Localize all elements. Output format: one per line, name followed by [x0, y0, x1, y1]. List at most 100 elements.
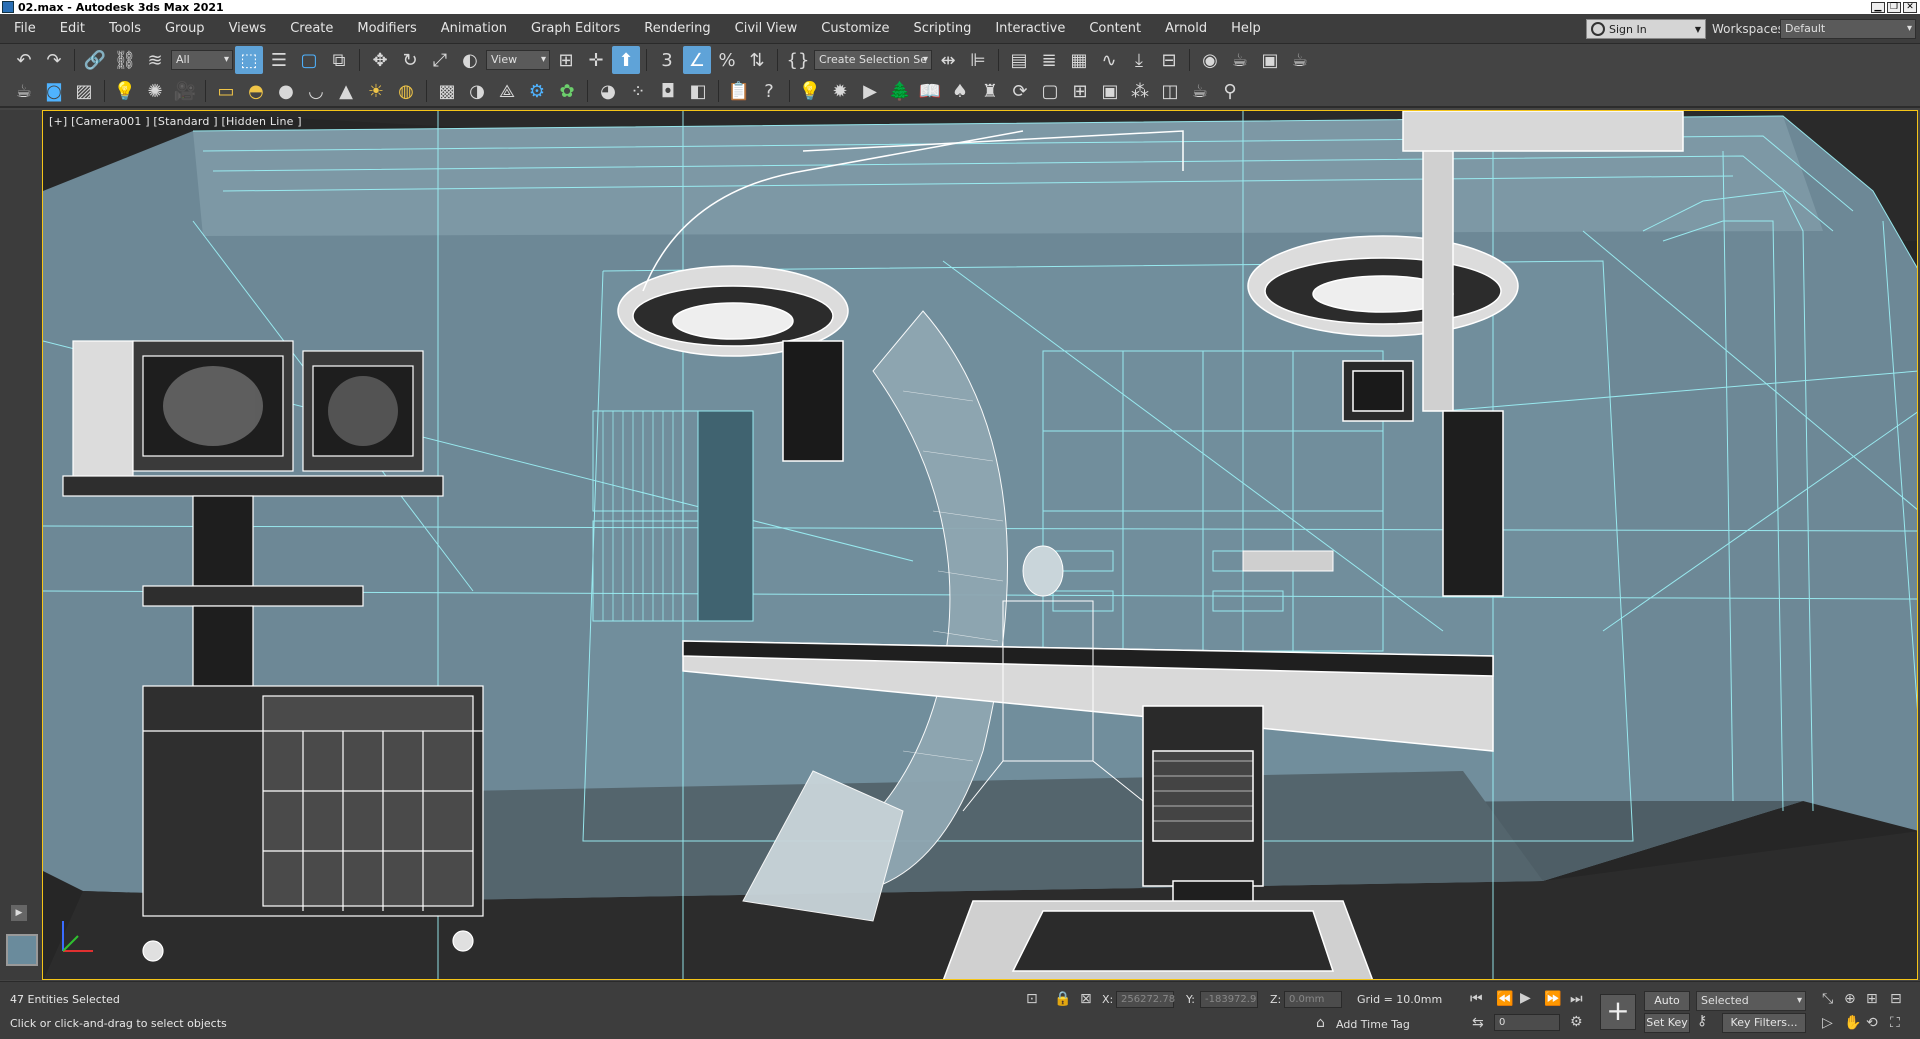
panel-icon[interactable]: ◫ — [1156, 77, 1184, 105]
menu-create[interactable]: Create — [278, 14, 345, 44]
tree-icon[interactable]: ♠ — [946, 77, 974, 105]
dope-sheet-icon[interactable]: ⤓ — [1125, 46, 1153, 74]
maximize-viewport-icon[interactable]: ⛶ — [1890, 1015, 1900, 1031]
pyramid-icon[interactable]: ⟁ — [493, 77, 521, 105]
render-setup-icon[interactable]: ☕ — [1226, 46, 1254, 74]
render-production-icon[interactable]: ☕ — [1286, 46, 1314, 74]
color-dots-icon[interactable]: ⁘ — [624, 77, 652, 105]
zoom-all-icon[interactable]: ⊕ — [1844, 991, 1856, 1007]
select-by-name-icon[interactable]: ☰ — [265, 46, 293, 74]
gear-icon[interactable]: ⚙ — [523, 77, 551, 105]
maximize-button[interactable]: ❐ — [1887, 1, 1901, 13]
grid-icon[interactable]: ⊞ — [1066, 77, 1094, 105]
selection-filter-dropdown[interactable]: All — [171, 50, 233, 70]
z-coord-field[interactable]: 0.0mm — [1284, 991, 1342, 1008]
workspace-select[interactable]: Default — [1780, 19, 1916, 39]
menu-rendering[interactable]: Rendering — [632, 14, 722, 44]
play-icon[interactable]: ▶ — [1520, 990, 1531, 1006]
schematic-view-icon[interactable]: ⊟ — [1155, 46, 1183, 74]
dome-icon[interactable]: ◓ — [242, 77, 270, 105]
rotate-icon[interactable]: ↻ — [396, 46, 424, 74]
teapot-icon[interactable]: ☕ — [10, 77, 38, 105]
viewport-label[interactable]: [+] [Camera001 ] [Standard ] [Hidden Lin… — [49, 115, 302, 128]
clipboard-icon[interactable]: 📋 — [725, 77, 753, 105]
material-editor-icon[interactable]: ◉ — [1196, 46, 1224, 74]
menu-customize[interactable]: Customize — [809, 14, 901, 44]
set-key-big-button[interactable]: + — [1600, 994, 1636, 1030]
absolute-mode-icon[interactable]: ⊠ — [1080, 991, 1092, 1007]
frame-icon[interactable]: ▣ — [1096, 77, 1124, 105]
isolate-icon[interactable]: ⊡ — [1026, 991, 1038, 1007]
menu-civil-view[interactable]: Civil View — [723, 14, 810, 44]
checker-icon[interactable]: ▩ — [433, 77, 461, 105]
pan-icon[interactable]: ✋ — [1844, 1015, 1861, 1031]
prev-frame-icon[interactable]: ⏪ — [1496, 991, 1513, 1007]
key-filters-button[interactable]: Key Filters... — [1722, 1013, 1806, 1033]
material-ball-icon[interactable]: ◕ — [594, 77, 622, 105]
key-mode-select[interactable]: Selected — [1696, 991, 1806, 1011]
ref-coord-dropdown[interactable]: View — [486, 50, 550, 70]
menu-views[interactable]: Views — [217, 14, 279, 44]
menu-graph-editors[interactable]: Graph Editors — [519, 14, 632, 44]
pivot-center-icon[interactable]: ⊞ — [552, 46, 580, 74]
sun-icon[interactable]: ☀ — [362, 77, 390, 105]
scale-icon[interactable]: ⤢ — [426, 46, 454, 74]
percent-snap-icon[interactable]: % — [713, 46, 741, 74]
video-icon[interactable]: ▶ — [856, 77, 884, 105]
book-icon[interactable]: 📖 — [916, 77, 944, 105]
window-crossing-icon[interactable]: ⧉ — [325, 46, 353, 74]
lights-group-icon[interactable]: ✺ — [141, 77, 169, 105]
key-filter-icon[interactable]: ⚷ — [1697, 1013, 1707, 1029]
menu-scripting[interactable]: Scripting — [902, 14, 984, 44]
layer-explorer-icon[interactable]: ≣ — [1035, 46, 1063, 74]
move-icon[interactable]: ✥ — [366, 46, 394, 74]
select-manipulate-icon[interactable]: ✛ — [582, 46, 610, 74]
viewport-camera[interactable]: [+] [Camera001 ] [Standard ] [Hidden Lin… — [42, 110, 1918, 980]
pin-icon[interactable]: ⚲ — [1216, 77, 1244, 105]
sphere-icon[interactable]: ● — [272, 77, 300, 105]
align-icon[interactable]: ⊫ — [964, 46, 992, 74]
cone-icon[interactable]: ▲ — [332, 77, 360, 105]
named-selection-dropdown[interactable]: Create Selection Se — [814, 50, 932, 70]
field-of-view-icon[interactable]: ▷ — [1822, 1015, 1833, 1031]
toggle-ribbon-icon[interactable]: ▦ — [1065, 46, 1093, 74]
add-time-tag-button[interactable]: Add Time Tag — [1336, 1018, 1410, 1031]
close-button[interactable]: ✕ — [1903, 1, 1917, 13]
teapot-small-icon[interactable]: ☕ — [1186, 77, 1214, 105]
plant-icon[interactable]: ✿ — [553, 77, 581, 105]
bowl-icon[interactable]: ◡ — [302, 77, 330, 105]
help-icon[interactable]: ? — [755, 77, 783, 105]
current-frame-field[interactable]: 0 — [1494, 1014, 1560, 1031]
box-primitive-icon[interactable]: ▭ — [212, 77, 240, 105]
menu-content[interactable]: Content — [1077, 14, 1153, 44]
y-coord-field[interactable]: -183972.9 — [1200, 991, 1258, 1008]
select-object-icon[interactable]: ⬚ — [235, 46, 263, 74]
menu-file[interactable]: File — [0, 14, 48, 44]
orbit-icon[interactable]: ⟲ — [1866, 1015, 1878, 1031]
link-icon[interactable]: 🔗 — [81, 46, 109, 74]
forest-icon[interactable]: 🌲 — [886, 77, 914, 105]
place-icon[interactable]: ◐ — [456, 46, 484, 74]
map-icon[interactable]: ◘ — [654, 77, 682, 105]
bind-spacewarp-icon[interactable]: ≋ — [141, 46, 169, 74]
light-icon[interactable]: 💡 — [111, 77, 139, 105]
keyboard-shortcut-override-icon[interactable]: ⬆ — [612, 46, 640, 74]
minimize-button[interactable]: ▁ — [1871, 1, 1885, 13]
bulb-icon[interactable]: 💡 — [796, 77, 824, 105]
zoom-icon[interactable]: ⤡ — [1822, 991, 1833, 1007]
angle-snap-icon[interactable]: ∠ — [683, 46, 711, 74]
skylight-icon[interactable]: ✹ — [826, 77, 854, 105]
edit-named-selection-icon[interactable]: {} — [784, 46, 812, 74]
scene-explorer-icon[interactable]: ▤ — [1005, 46, 1033, 74]
menu-interactive[interactable]: Interactive — [983, 14, 1077, 44]
lamp-icon[interactable]: ♜ — [976, 77, 1004, 105]
menu-arnold[interactable]: Arnold — [1153, 14, 1219, 44]
menu-modifiers[interactable]: Modifiers — [345, 14, 428, 44]
time-config-icon[interactable]: ⚙ — [1570, 1014, 1583, 1030]
undo-icon[interactable]: ↶ — [10, 46, 38, 74]
goto-end-icon[interactable]: ⏭ — [1570, 991, 1583, 1007]
mirror-icon[interactable]: ⇹ — [934, 46, 962, 74]
spinner-snap-icon[interactable]: ⇅ — [743, 46, 771, 74]
set-key-button[interactable]: Set Key — [1644, 1013, 1690, 1033]
camera-icon[interactable]: 🎥 — [171, 77, 199, 105]
